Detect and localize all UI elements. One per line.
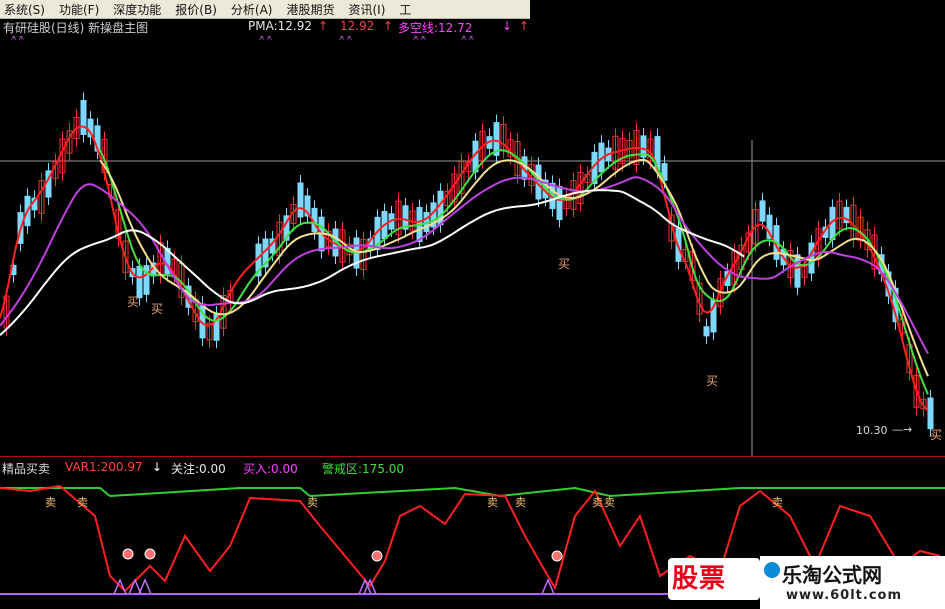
buy-signal-dot: [122, 548, 134, 560]
var1-down-arrow-icon: ↓: [152, 460, 163, 474]
ma-white-line: [0, 189, 745, 336]
pma-up-arrow-icon: ↑: [318, 19, 329, 33]
site-watermark: 乐淘公式网 www.60lt.com: [760, 556, 945, 609]
ma-yellow-line: [99, 158, 929, 377]
svg-text:××: ××: [460, 36, 475, 43]
stock-logo-text: 股票: [672, 564, 727, 594]
menu-item-system[interactable]: 系统(S): [0, 1, 52, 18]
sell-marker: 卖: [77, 496, 88, 509]
svg-text:××: ××: [338, 36, 353, 43]
buy-label: 买: [151, 302, 164, 316]
buy-signal-dot: [371, 550, 383, 562]
menu-item-info[interactable]: 资讯(I): [341, 1, 392, 18]
menu-bar: 系统(S) 功能(F) 深度功能 报价(B) 分析(A) 港股期货 资讯(I) …: [0, 0, 530, 19]
buy-label: 买: [558, 257, 571, 271]
var1-value: VAR1:200.97: [65, 460, 143, 474]
duokong-up-arrow-icon: ↑: [519, 19, 530, 33]
panel-divider: [0, 456, 945, 457]
sell-marker: 卖: [515, 496, 526, 509]
menu-item-tools[interactable]: 工: [392, 1, 418, 18]
sell-marker: 卖: [45, 496, 56, 509]
svg-text:××: ××: [412, 36, 427, 43]
stock-logo-watermark: 股票: [668, 558, 760, 600]
indicator-markers: ×× ×× ×× ×× ××: [10, 36, 475, 43]
menu-item-quote[interactable]: 报价(B): [168, 1, 224, 18]
svg-text:××: ××: [258, 36, 273, 43]
sell-marker: 卖: [307, 496, 318, 509]
sell-marker: 卖: [487, 496, 498, 509]
pma2-up-arrow-icon: ↑: [383, 19, 394, 33]
candle-body: [80, 100, 87, 135]
sell-marker: 卖: [604, 496, 615, 509]
menu-item-hk-futures[interactable]: 港股期货: [279, 1, 341, 18]
buy-label: 买: [706, 374, 719, 388]
ma-green-line: [99, 149, 929, 395]
mairu-value: 买入:0.00: [243, 462, 298, 476]
jingjie-value: 警戒区:175.00: [322, 462, 405, 476]
buy-signal-dot: [551, 550, 563, 562]
svg-text:××: ××: [10, 36, 25, 43]
chart-title: 有研硅股(日线) 新操盘主图: [3, 21, 149, 35]
sell-marker: 卖: [592, 496, 603, 509]
chart-info-bar: 有研硅股(日线) 新操盘主图 PMA:12.92 ↑ 12.92 ↑ 多空线:1…: [0, 18, 945, 36]
buy-label: 买: [930, 428, 943, 442]
menu-item-deep-function[interactable]: 深度功能: [106, 1, 168, 18]
menu-item-function[interactable]: 功能(F): [52, 1, 106, 18]
candlestick-chart[interactable]: ×× ×× ×× ×× ××: [0, 36, 945, 456]
guanzhu-value: 关注:0.00: [171, 462, 226, 476]
candle-body: [703, 326, 710, 337]
duokong-down-arrow-icon: ↓: [502, 19, 513, 33]
low-price-label: 10.30: [856, 424, 888, 437]
pma-value: PMA:12.92: [248, 19, 312, 33]
buy-signal-dot: [144, 548, 156, 560]
candle-body: [556, 185, 563, 221]
site-logo-icon: [764, 562, 780, 578]
menu-item-analysis[interactable]: 分析(A): [224, 1, 280, 18]
sell-marker: 卖: [772, 496, 783, 509]
duokong-value: 多空线:12.72: [398, 21, 473, 35]
sub-chart-title: 精品买卖: [2, 462, 51, 476]
pma2-value: 12.92: [340, 19, 375, 33]
candle-body: [759, 200, 766, 222]
site-name: 乐淘公式网: [782, 563, 882, 587]
candle-body: [927, 397, 934, 430]
buy-label: 买: [127, 295, 140, 309]
candle-body: [794, 254, 801, 288]
arrow-right-icon: —→: [892, 423, 913, 436]
candle-body: [297, 182, 304, 218]
site-url: www.60lt.com: [786, 588, 903, 603]
